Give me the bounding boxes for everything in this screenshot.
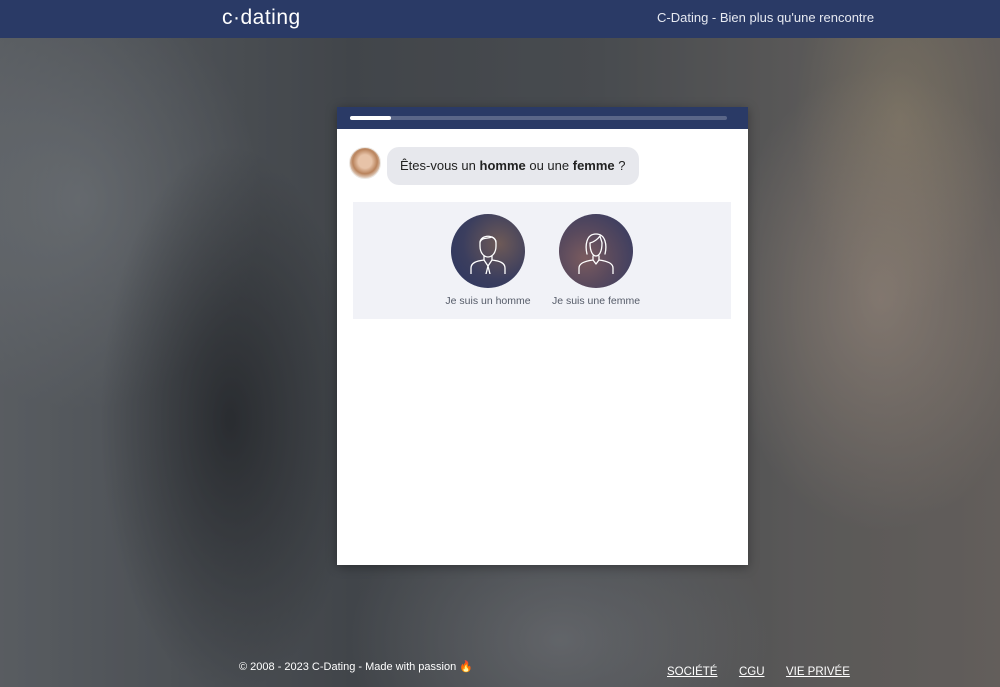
- footer-copyright: © 2008 - 2023 C-Dating - Made with passi…: [239, 661, 473, 673]
- choice-man-button[interactable]: Je suis un homme: [443, 214, 533, 307]
- choice-man-label[interactable]: Je suis un homme: [443, 295, 533, 307]
- logo[interactable]: c·dating: [222, 6, 301, 30]
- top-header: c·dating C-Dating - Bien plus qu'une ren…: [0, 0, 1000, 38]
- card-top-bar: [337, 107, 748, 129]
- question-prefix: Êtes-vous un: [400, 158, 480, 173]
- choice-woman-label[interactable]: Je suis une femme: [551, 295, 641, 307]
- question-option-man: homme: [479, 158, 526, 173]
- choice-woman-button[interactable]: Je suis une femme: [551, 214, 641, 307]
- progress-bar-fill: [350, 116, 392, 120]
- question-bubble: Êtes-vous un homme ou une femme ?: [387, 147, 639, 185]
- choice-man-image[interactable]: [451, 214, 525, 288]
- choice-woman-image[interactable]: [559, 214, 633, 288]
- footer-link-cgu[interactable]: CGU: [739, 666, 765, 678]
- gender-choices: Je suis un homme Je suis une femme: [353, 202, 731, 319]
- woman-icon: [578, 233, 614, 274]
- man-icon: [470, 235, 506, 274]
- footer-link-societe[interactable]: SOCIÉTÉ: [667, 666, 717, 678]
- progress-bar: [350, 116, 727, 120]
- question-middle: ou une: [525, 158, 573, 173]
- signup-card: Êtes-vous un homme ou une femme ? Je sui…: [337, 107, 748, 565]
- question-option-woman: femme: [572, 158, 615, 173]
- footer-links: SOCIÉTÉ CGU VIE PRIVÉE: [667, 662, 867, 680]
- question-suffix: ?: [614, 158, 626, 173]
- avatar: [349, 147, 381, 179]
- footer-link-vie-privee[interactable]: VIE PRIVÉE: [786, 666, 850, 678]
- header-tagline: C-Dating - Bien plus qu'une rencontre: [657, 10, 875, 25]
